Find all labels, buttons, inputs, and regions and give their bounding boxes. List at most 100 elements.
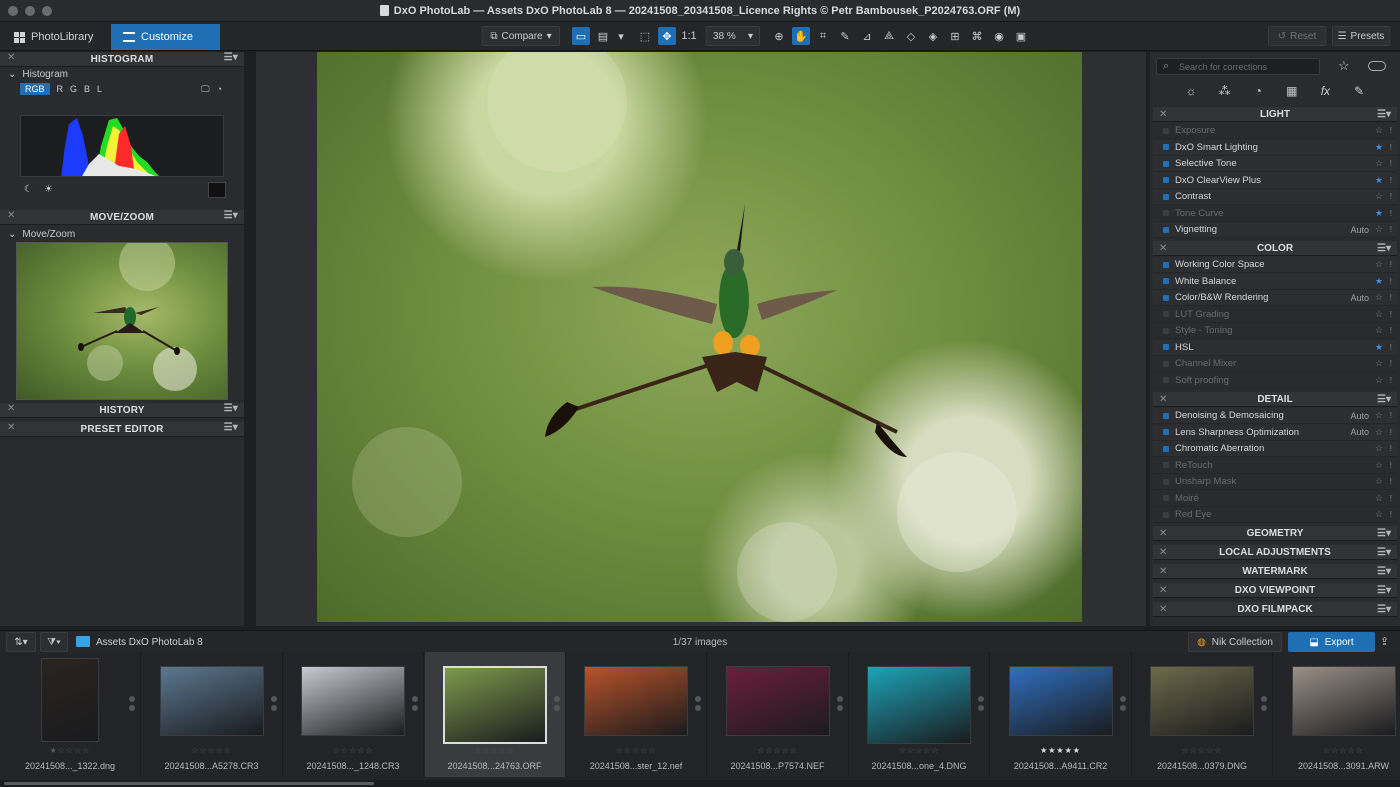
- window-controls[interactable]: [8, 6, 52, 16]
- add-icon[interactable]: ⊕: [770, 27, 788, 45]
- detail-category-icon[interactable]: ◔: [1247, 82, 1269, 100]
- movezoom-subheader[interactable]: ⌄ Move/Zoom: [0, 227, 75, 241]
- info-icon[interactable]: !: [1390, 510, 1392, 519]
- correction-toggle[interactable]: [1163, 511, 1169, 518]
- favorite-star-icon[interactable]: ☆: [1375, 443, 1383, 454]
- export-button[interactable]: ⬓ Export: [1288, 632, 1375, 652]
- favorite-star-icon[interactable]: ★: [1375, 208, 1383, 219]
- rating-stars[interactable]: ☆☆☆☆☆: [425, 746, 565, 755]
- close-icon[interactable]: ✕: [1159, 604, 1167, 615]
- thumbnail-image[interactable]: [41, 658, 99, 742]
- presets-button[interactable]: ☰ Presets: [1332, 26, 1390, 46]
- local-adjust-icon[interactable]: ◈: [924, 27, 942, 45]
- watermark-section-header[interactable]: ✕ WATERMARK ☰▾: [1153, 564, 1397, 579]
- correction-item[interactable]: Tone Curve ★!: [1153, 206, 1397, 222]
- rating-stars[interactable]: ★☆☆☆☆: [0, 746, 140, 755]
- scrollbar-thumb[interactable]: [4, 782, 374, 785]
- favorite-star-icon[interactable]: ☆: [1375, 427, 1383, 438]
- panel-menu-icon[interactable]: ☰▾: [1377, 547, 1391, 558]
- thumbnail-image[interactable]: [725, 666, 830, 736]
- correction-item[interactable]: Moiré ☆!: [1153, 491, 1397, 507]
- move-tool-button[interactable]: ✥: [658, 27, 676, 45]
- favorite-star-icon[interactable]: ☆: [1375, 191, 1383, 202]
- toggle-icon[interactable]: [1368, 61, 1386, 71]
- correction-toggle[interactable]: [1163, 344, 1169, 350]
- panel-menu-icon[interactable]: ☰▾: [224, 422, 238, 433]
- correction-item[interactable]: Lens Sharpness Optimization Auto ☆!: [1153, 424, 1397, 441]
- overlay-toggle-icon[interactable]: ▣: [1012, 27, 1030, 45]
- correction-item[interactable]: Working Color Space ☆!: [1153, 257, 1397, 273]
- panel-menu-icon[interactable]: ☰▾: [224, 403, 238, 414]
- filmstrip-thumbnail[interactable]: ☆☆☆☆☆ 20241508...24763.ORF: [424, 652, 566, 777]
- correction-toggle[interactable]: [1163, 412, 1169, 419]
- info-icon[interactable]: !: [1390, 411, 1392, 420]
- correction-toggle[interactable]: [1163, 327, 1169, 334]
- info-icon[interactable]: !: [1390, 143, 1392, 152]
- filmstrip-scrollbar[interactable]: [0, 780, 1400, 787]
- correction-toggle[interactable]: [1163, 462, 1169, 468]
- light-category-icon[interactable]: ☼: [1180, 82, 1202, 100]
- compare-button[interactable]: ⧉ Compare ▾: [482, 26, 560, 46]
- history-panel-header[interactable]: ✕ HISTORY ☰▾: [0, 403, 244, 418]
- correction-toggle[interactable]: [1163, 429, 1169, 435]
- geometry-category-icon[interactable]: ▦: [1281, 82, 1303, 100]
- sort-button[interactable]: ⇅▾: [6, 632, 36, 652]
- correction-toggle[interactable]: [1163, 144, 1169, 150]
- correction-toggle[interactable]: [1163, 193, 1169, 200]
- favorite-star-icon[interactable]: ☆: [1375, 292, 1383, 303]
- correction-item[interactable]: Soft proofing ☆!: [1153, 373, 1397, 389]
- filmstrip-thumbnail[interactable]: ☆☆☆☆☆ 20241508...ster_12.nef: [566, 652, 707, 777]
- channel-l[interactable]: L: [97, 84, 102, 94]
- close-icon[interactable]: ✕: [1159, 109, 1167, 120]
- favorite-star-icon[interactable]: ★: [1375, 276, 1383, 287]
- color-category-icon[interactable]: ⁂: [1214, 82, 1236, 100]
- info-icon[interactable]: !: [1390, 192, 1392, 201]
- geometry-section-header[interactable]: ✕ GEOMETRY ☰▾: [1153, 526, 1397, 541]
- reset-button[interactable]: ↺ Reset: [1268, 26, 1326, 46]
- close-icon[interactable]: ✕: [1159, 528, 1167, 539]
- correction-toggle[interactable]: [1163, 177, 1169, 183]
- thumbnail-options[interactable]: [412, 696, 418, 714]
- correction-item[interactable]: White Balance ★!: [1153, 273, 1397, 290]
- preview-eye-icon[interactable]: ◉: [990, 27, 1008, 45]
- rating-stars[interactable]: ★★★★★: [991, 746, 1131, 755]
- favorite-star-icon[interactable]: ★: [1375, 175, 1383, 186]
- thumbnail-image[interactable]: [867, 666, 971, 744]
- rating-stars[interactable]: ☆☆☆☆☆: [142, 746, 282, 755]
- correction-item[interactable]: DxO ClearView Plus ★!: [1153, 172, 1397, 189]
- close-window-button[interactable]: [8, 6, 18, 16]
- close-icon[interactable]: ✕: [7, 52, 16, 63]
- favorite-star-icon[interactable]: ☆: [1375, 125, 1383, 136]
- horizon-icon[interactable]: ⊿: [858, 27, 876, 45]
- correction-toggle[interactable]: [1163, 127, 1169, 134]
- correction-toggle[interactable]: [1163, 495, 1169, 501]
- filmstrip-thumbnail[interactable]: ☆☆☆☆☆ 20241508...3091.ARW: [1274, 652, 1400, 777]
- info-icon[interactable]: !: [1390, 428, 1392, 437]
- correction-item[interactable]: Denoising & Demosaicing Auto ☆!: [1153, 408, 1397, 424]
- thumbnail-options[interactable]: [978, 696, 984, 714]
- correction-toggle[interactable]: [1163, 261, 1169, 268]
- thumbnail-options[interactable]: [836, 696, 843, 714]
- favorite-star-icon[interactable]: ☆: [1375, 375, 1383, 386]
- correction-item[interactable]: HSL ★!: [1153, 339, 1397, 356]
- local-adjustments-section-header[interactable]: ✕ LOCAL ADJUSTMENTS ☰▾: [1153, 545, 1397, 560]
- light-section-header[interactable]: ✕ LIGHT ☰▾: [1153, 107, 1397, 122]
- thumbnail-image[interactable]: [1150, 666, 1254, 736]
- info-icon[interactable]: !: [1390, 159, 1392, 168]
- info-icon[interactable]: !: [1390, 126, 1392, 135]
- panel-menu-icon[interactable]: ☰▾: [1377, 604, 1391, 615]
- thumbnail-image[interactable]: [1291, 666, 1396, 736]
- filter-button[interactable]: ⧩▾: [40, 632, 68, 652]
- channel-g[interactable]: G: [70, 84, 77, 94]
- panel-menu-icon[interactable]: ☰▾: [224, 52, 238, 63]
- crop-icon[interactable]: ⌗: [814, 27, 832, 45]
- info-icon[interactable]: !: [1390, 176, 1392, 185]
- favorite-star-icon[interactable]: ☆: [1375, 460, 1383, 471]
- info-icon[interactable]: !: [1390, 343, 1392, 352]
- gamut-icon[interactable]: ◔: [217, 84, 222, 94]
- viewpoint-section-header[interactable]: ✕ DXO VIEWPOINT ☰▾: [1153, 583, 1397, 598]
- volume-deformation-icon[interactable]: ◇: [902, 27, 920, 45]
- tab-customize[interactable]: Customize: [111, 24, 220, 50]
- close-icon[interactable]: ✕: [1159, 547, 1167, 558]
- favorite-star-icon[interactable]: ☆: [1375, 358, 1383, 369]
